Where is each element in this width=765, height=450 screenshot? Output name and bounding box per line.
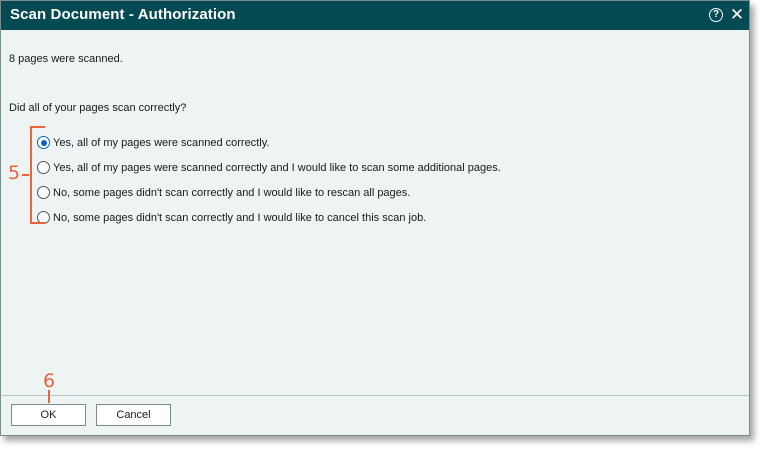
option-scanned-correctly[interactable]: Yes, all of my pages were scanned correc…	[37, 130, 501, 155]
option-label[interactable]: No, some pages didn't scan correctly and…	[53, 187, 410, 199]
option-cancel-scan[interactable]: No, some pages didn't scan correctly and…	[37, 205, 501, 230]
help-icon[interactable]: ?	[709, 8, 723, 22]
option-scan-additional[interactable]: Yes, all of my pages were scanned correc…	[37, 155, 501, 180]
ok-callout-number: 6	[43, 370, 56, 392]
option-label[interactable]: Yes, all of my pages were scanned correc…	[53, 137, 269, 149]
scan-authorization-dialog: Scan Document - Authorization ? ✕ 8 page…	[0, 0, 750, 436]
options-callout-tick	[22, 174, 29, 176]
ok-callout-tick	[48, 390, 50, 403]
option-rescan-all[interactable]: No, some pages didn't scan correctly and…	[37, 180, 501, 205]
dialog-title: Scan Document - Authorization	[10, 6, 236, 23]
close-icon[interactable]: ✕	[729, 5, 745, 25]
cancel-button[interactable]: Cancel	[96, 404, 171, 426]
title-bar: Scan Document - Authorization ? ✕	[1, 1, 749, 30]
scan-question: Did all of your pages scan correctly?	[9, 102, 187, 114]
footer-divider	[2, 395, 749, 396]
option-label[interactable]: Yes, all of my pages were scanned correc…	[53, 162, 501, 174]
scan-count-message: 8 pages were scanned.	[9, 53, 123, 65]
options-callout-bracket	[30, 126, 45, 224]
option-label[interactable]: No, some pages didn't scan correctly and…	[53, 212, 426, 224]
ok-button[interactable]: OK	[11, 404, 86, 426]
options-callout-number: 5	[8, 162, 21, 184]
scan-result-options: Yes, all of my pages were scanned correc…	[37, 130, 501, 230]
